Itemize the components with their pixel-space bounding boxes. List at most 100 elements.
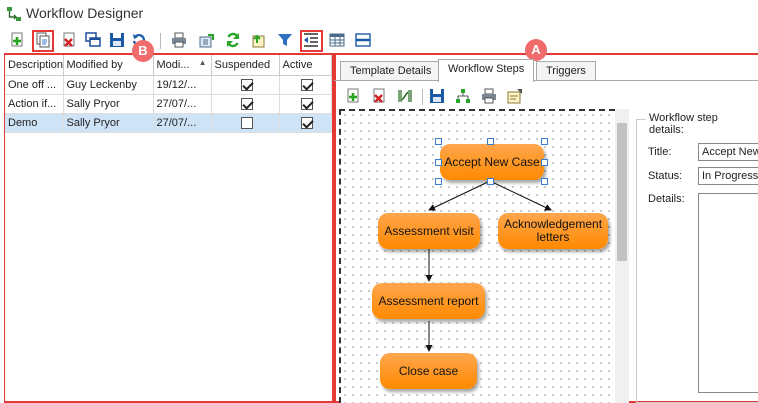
grid-view-button[interactable] bbox=[328, 31, 346, 49]
cell-modified-by: Guy Leckenby bbox=[63, 75, 154, 95]
tab-strip: Template Details Workflow Steps Triggers bbox=[334, 59, 758, 82]
selection-handle[interactable] bbox=[541, 138, 548, 145]
cell-description: Demo bbox=[5, 113, 64, 133]
tab-triggers[interactable]: Triggers bbox=[536, 61, 596, 81]
selection-handle[interactable] bbox=[541, 159, 548, 166]
templates-panel: Description Modified by Modi... ▲ Suspend… bbox=[5, 55, 332, 401]
callout-badge-a: A bbox=[525, 39, 547, 61]
cell-modified: 27/07/... bbox=[153, 113, 212, 133]
suspended-checkbox[interactable] bbox=[240, 116, 253, 129]
step-details-panel: Workflow step details: Title: Accept New… bbox=[632, 109, 758, 403]
workflow-icon bbox=[7, 7, 21, 21]
delete-template-button[interactable] bbox=[60, 31, 78, 49]
refresh-icon bbox=[226, 32, 240, 48]
table-icon bbox=[329, 33, 345, 47]
add-icon bbox=[347, 88, 359, 103]
designer-panel: Template Details Workflow Steps Triggers bbox=[334, 55, 758, 403]
title-bar: Workflow Designer bbox=[0, 0, 758, 28]
printer-icon bbox=[172, 32, 186, 48]
selection-handle[interactable] bbox=[487, 178, 494, 185]
cell-modified: 19/12/... bbox=[153, 75, 212, 95]
add-icon bbox=[11, 32, 23, 47]
properties-icon bbox=[507, 89, 522, 104]
export-icon bbox=[199, 34, 214, 48]
templates-table: Description Modified by Modi... ▲ Suspend… bbox=[5, 55, 332, 133]
save-icon bbox=[430, 89, 444, 103]
table-header-row: Description Modified by Modi... ▲ Suspend… bbox=[5, 55, 332, 76]
delete-step-button[interactable] bbox=[370, 87, 388, 105]
details-label: Details: bbox=[648, 193, 685, 205]
selection-handle[interactable] bbox=[541, 178, 548, 185]
hierarchy-icon bbox=[456, 89, 470, 103]
cell-modified: 27/07/... bbox=[153, 94, 212, 114]
duplicate-button[interactable] bbox=[84, 31, 102, 49]
cell-description: Action if... bbox=[5, 94, 64, 114]
add-step-button[interactable] bbox=[344, 87, 362, 105]
table-row[interactable]: One off ... Guy Leckenby 19/12/... bbox=[5, 75, 332, 95]
column-header-modified[interactable]: Modi... ▲ bbox=[153, 55, 212, 76]
active-checkbox[interactable] bbox=[300, 78, 313, 91]
print-button[interactable] bbox=[170, 31, 188, 49]
tab-workflow-steps[interactable]: Workflow Steps bbox=[438, 59, 535, 82]
windows-icon bbox=[85, 32, 101, 47]
steps-toolbar bbox=[334, 85, 758, 107]
delete-icon bbox=[373, 88, 385, 103]
filter-icon bbox=[278, 34, 292, 46]
main-toolbar bbox=[0, 29, 758, 53]
title-field[interactable]: Accept New bbox=[698, 143, 758, 161]
suspended-checkbox[interactable] bbox=[240, 78, 253, 91]
cell-modified-by: Sally Pryor bbox=[63, 94, 154, 114]
copy-highlight-box bbox=[32, 30, 54, 52]
tab-template-details[interactable]: Template Details bbox=[340, 61, 442, 81]
column-header-suspended[interactable]: Suspended bbox=[211, 55, 280, 76]
column-header-active[interactable]: Active bbox=[279, 55, 332, 76]
outdent-highlight-box bbox=[300, 30, 323, 52]
save-steps-button[interactable] bbox=[428, 87, 446, 105]
filter-button[interactable] bbox=[276, 31, 294, 49]
save-button[interactable] bbox=[108, 31, 126, 49]
scrollbar-thumb[interactable] bbox=[617, 123, 627, 261]
add-template-button[interactable] bbox=[8, 31, 26, 49]
connect-steps-button[interactable] bbox=[396, 87, 414, 105]
cell-modified-by: Sally Pryor bbox=[63, 113, 154, 133]
title-label: Title: bbox=[648, 146, 672, 158]
connector-icon bbox=[398, 90, 412, 102]
details-textarea[interactable] bbox=[698, 193, 758, 393]
workflow-node[interactable]: Acknowledgement letters bbox=[498, 213, 608, 249]
sort-ascending-icon: ▲ bbox=[198, 58, 207, 67]
split-view-button[interactable] bbox=[354, 31, 372, 49]
print-steps-button[interactable] bbox=[480, 87, 498, 105]
selection-handle[interactable] bbox=[435, 159, 442, 166]
selection-handle[interactable] bbox=[487, 138, 494, 145]
save-icon bbox=[110, 33, 124, 47]
refresh-button[interactable] bbox=[224, 31, 242, 49]
status-label: Status: bbox=[648, 170, 683, 182]
selection-handle[interactable] bbox=[435, 138, 442, 145]
split-icon bbox=[355, 33, 371, 47]
table-row-selected[interactable]: Demo Sally Pryor 27/07/... bbox=[5, 113, 332, 133]
suspended-checkbox[interactable] bbox=[240, 97, 253, 110]
cell-description: One off ... bbox=[5, 75, 64, 95]
delete-icon bbox=[63, 32, 75, 47]
selection-handle[interactable] bbox=[435, 178, 442, 185]
step-details-legend: Workflow step details: bbox=[646, 112, 758, 136]
workflow-canvas[interactable]: Accept New Case Assessment visit Acknowl… bbox=[339, 109, 615, 403]
callout-badge-b: B bbox=[132, 40, 154, 62]
active-checkbox[interactable] bbox=[300, 116, 313, 129]
active-checkbox[interactable] bbox=[300, 97, 313, 110]
table-row[interactable]: Action if... Sally Pryor 27/07/... bbox=[5, 94, 332, 114]
workflow-node[interactable]: Close case bbox=[380, 353, 477, 389]
workflow-node[interactable]: Assessment report bbox=[372, 283, 485, 319]
step-properties-button[interactable] bbox=[506, 87, 524, 105]
printer-icon bbox=[482, 88, 496, 104]
import-button[interactable] bbox=[250, 31, 268, 49]
canvas-scrollbar[interactable] bbox=[615, 109, 629, 403]
column-header-description[interactable]: Description bbox=[5, 55, 64, 76]
export-button[interactable] bbox=[198, 31, 216, 49]
window-title: Workflow Designer bbox=[26, 5, 144, 21]
workflow-node[interactable]: Accept New Case bbox=[440, 144, 544, 180]
status-field[interactable]: In Progress bbox=[698, 167, 758, 185]
workflow-node[interactable]: Assessment visit bbox=[378, 213, 480, 249]
auto-layout-button[interactable] bbox=[454, 87, 472, 105]
import-icon bbox=[252, 34, 265, 48]
